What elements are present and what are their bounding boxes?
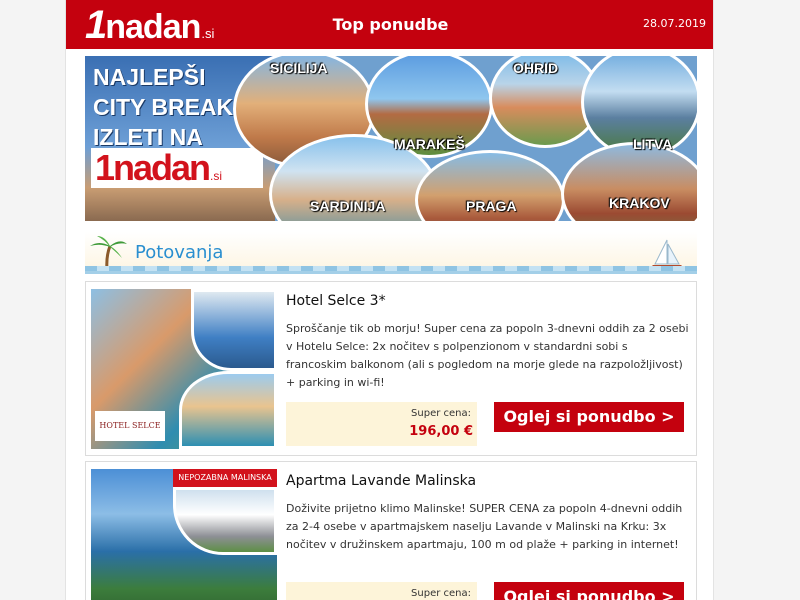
view-offer-button[interactable]: Oglej si ponudbo > xyxy=(494,582,684,600)
image-inset-room xyxy=(191,289,277,371)
banner-logo-digit: 1 xyxy=(95,147,115,188)
city-label-sardinija: SARDINIJA xyxy=(310,198,386,214)
banner-headline-line: CITY BREAK xyxy=(93,94,234,120)
image-inset-apartments xyxy=(173,487,277,555)
city-label-krakov: KRAKOV xyxy=(609,195,670,211)
header-title: Top ponudbe xyxy=(332,15,449,34)
price-box: Super cena: 196,00 € xyxy=(286,402,477,446)
header-date: 28.07.2019 xyxy=(643,17,706,30)
offer-title[interactable]: Hotel Selce 3* xyxy=(286,293,386,309)
banner-logo-word: nadan xyxy=(113,147,211,188)
newsletter-sheet: 1 nadan .si Top ponudbe 28.07.2019 NAJLE… xyxy=(65,0,714,600)
offer-image-lavande-malinska[interactable]: NEPOZABNA MALINSKA xyxy=(91,469,277,600)
city-label-sicilija: SICILIJA xyxy=(270,60,328,76)
banner-logo-tld: .si xyxy=(210,169,223,183)
city-label-litva: LITVA xyxy=(633,136,673,152)
image-inset-hotel xyxy=(179,371,277,449)
price-value: 196,00 € xyxy=(409,424,473,439)
view-offer-button[interactable]: Oglej si ponudbo > xyxy=(494,402,684,432)
price-label: Super cena: xyxy=(411,408,471,419)
section-header-potovanja: Potovanja xyxy=(85,232,697,274)
city-label-praga: PRAGA xyxy=(466,198,517,214)
offer-card-hotel-selce: HOTEL SELCE Hotel Selce 3* Sproščanje ti… xyxy=(85,281,697,456)
offer-title[interactable]: Apartma Lavande Malinska xyxy=(286,473,476,489)
offer-image-hotel-selce[interactable]: HOTEL SELCE xyxy=(91,289,277,449)
banner-logo: 1 nadan .si xyxy=(91,148,263,188)
city-label-ohrid: OHRID xyxy=(513,60,559,76)
price-label: Super cena: xyxy=(411,588,471,599)
offer-image-caption: HOTEL SELCE xyxy=(95,411,165,441)
city-break-banner[interactable]: NAJLEPŠI CITY BREAK IZLETI NA 1 nadan .s… xyxy=(85,56,697,221)
header-bar: 1 nadan .si Top ponudbe 28.07.2019 xyxy=(66,0,713,49)
offer-card-lavande-malinska: NEPOZABNA MALINSKA Apartma Lavande Malin… xyxy=(85,461,697,600)
banner-headline-line: NAJLEPŠI xyxy=(93,64,206,90)
city-label-marakes: MARAKEŠ xyxy=(394,136,465,152)
section-wave-decoration xyxy=(85,266,697,271)
offer-image-caption: NEPOZABNA MALINSKA xyxy=(173,469,277,487)
offer-description: Sproščanje tik ob morju! Super cena za p… xyxy=(286,322,689,389)
offer-description: Doživite prijetno klimo Malinske! SUPER … xyxy=(286,502,683,551)
price-box: Super cena: xyxy=(286,582,477,600)
section-title: Potovanja xyxy=(135,242,224,263)
banner-headline: NAJLEPŠI CITY BREAK IZLETI NA xyxy=(93,62,233,152)
